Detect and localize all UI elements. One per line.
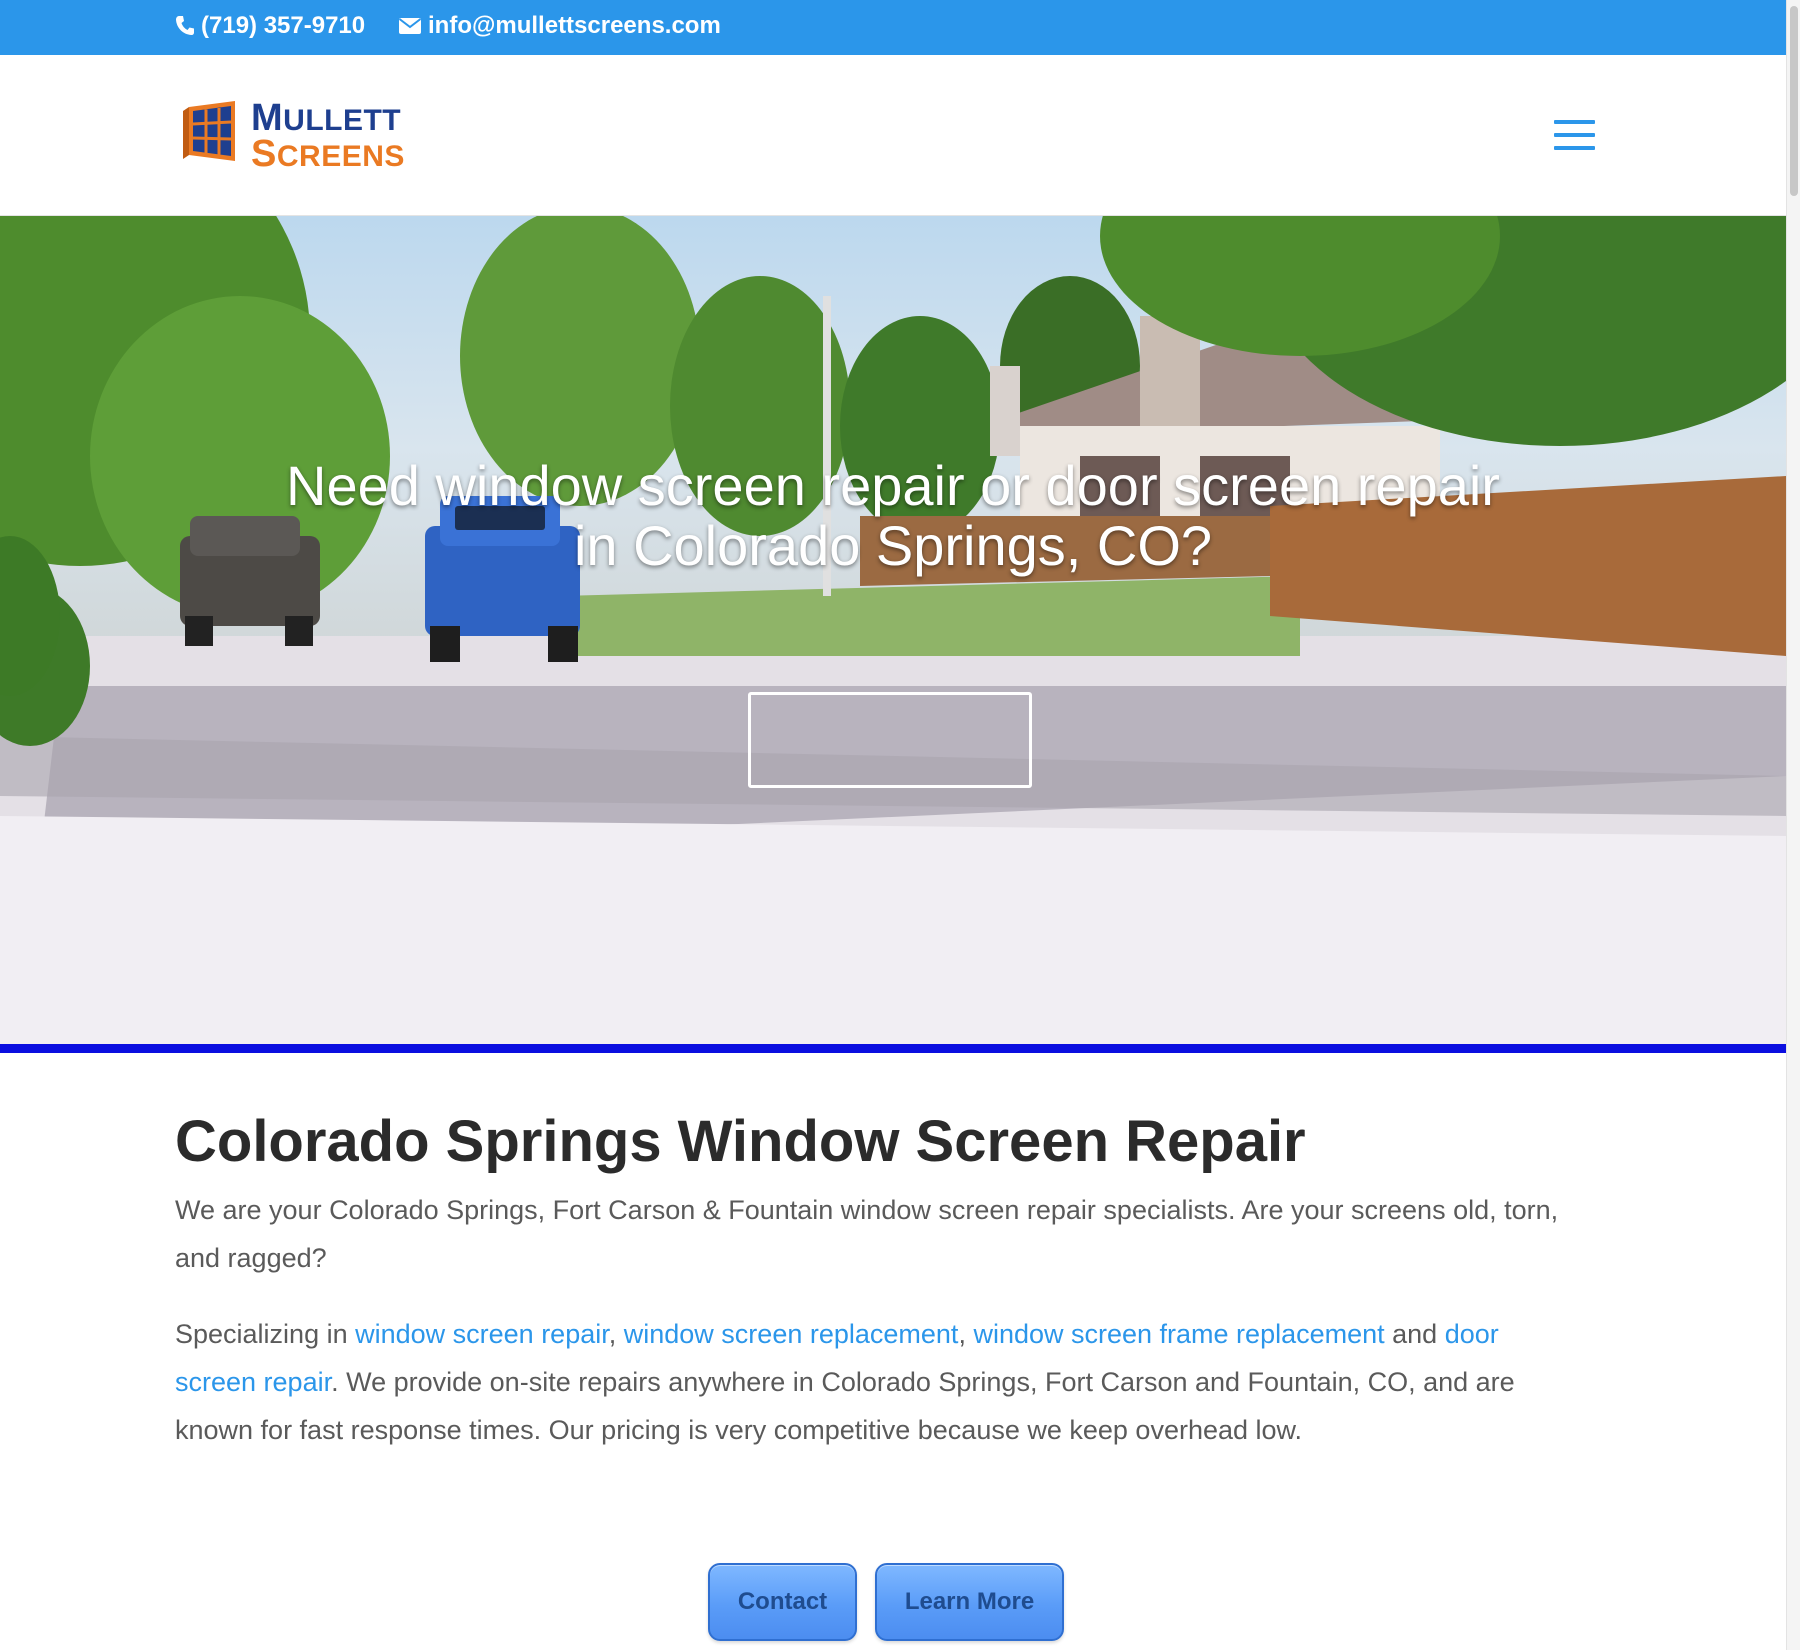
hero-title-line-2: in Colorado Springs, CO?	[573, 514, 1213, 577]
phone-link[interactable]: (719) 357-9710	[175, 12, 365, 40]
hero-accent-divider	[0, 1044, 1786, 1053]
site-header: MULLETT SCREENS	[0, 55, 1786, 216]
intro-paragraph: We are your Colorado Springs, Fort Carso…	[175, 1195, 1559, 1273]
window-logo-icon	[183, 101, 235, 161]
services-prefix-text: Specializing in	[175, 1319, 356, 1349]
hero-title: Need window screen repair or door screen…	[0, 456, 1786, 576]
hero-background-image	[0, 216, 1786, 1044]
logo-text-screens: SCREENS	[251, 133, 405, 175]
hero-banner: Need window screen repair or door screen…	[0, 216, 1786, 1044]
envelope-icon	[398, 18, 422, 34]
separator-text: and	[1384, 1319, 1445, 1349]
services-suffix-text: . We provide on-site repairs anywhere in…	[175, 1367, 1515, 1445]
site-logo[interactable]: MULLETT SCREENS	[183, 93, 413, 175]
main-content: Colorado Springs Window Screen Repair We…	[175, 1100, 1575, 1454]
link-window-screen-replacement[interactable]: window screen replacement	[624, 1319, 959, 1349]
hero-title-line-1: Need window screen repair or door screen…	[286, 454, 1500, 517]
hamburger-menu-icon[interactable]	[1554, 120, 1595, 150]
services-paragraph: Specializing in window screen repair, wi…	[175, 1310, 1575, 1454]
email-link[interactable]: info@mullettscreens.com	[398, 12, 721, 40]
separator-text: ,	[958, 1319, 974, 1349]
top-contact-bar: (719) 357-9710 info@mullettscreens.com	[0, 0, 1786, 55]
phone-icon	[176, 16, 194, 35]
separator-text: ,	[608, 1319, 624, 1349]
learn-more-button[interactable]: Learn More	[875, 1563, 1064, 1641]
contact-button[interactable]: Contact	[708, 1563, 857, 1641]
page-heading: Colorado Springs Window Screen Repair	[175, 1109, 1306, 1174]
link-window-screen-frame-replacement[interactable]: window screen frame replacement	[973, 1319, 1384, 1349]
scrollbar-thumb[interactable]	[1790, 6, 1798, 196]
page-scrollbar[interactable]	[1786, 0, 1800, 1650]
email-address: info@mullettscreens.com	[428, 12, 721, 39]
phone-number: (719) 357-9710	[201, 12, 366, 39]
link-window-screen-repair[interactable]: window screen repair	[355, 1319, 609, 1349]
hero-cta-button[interactable]	[748, 692, 1032, 788]
